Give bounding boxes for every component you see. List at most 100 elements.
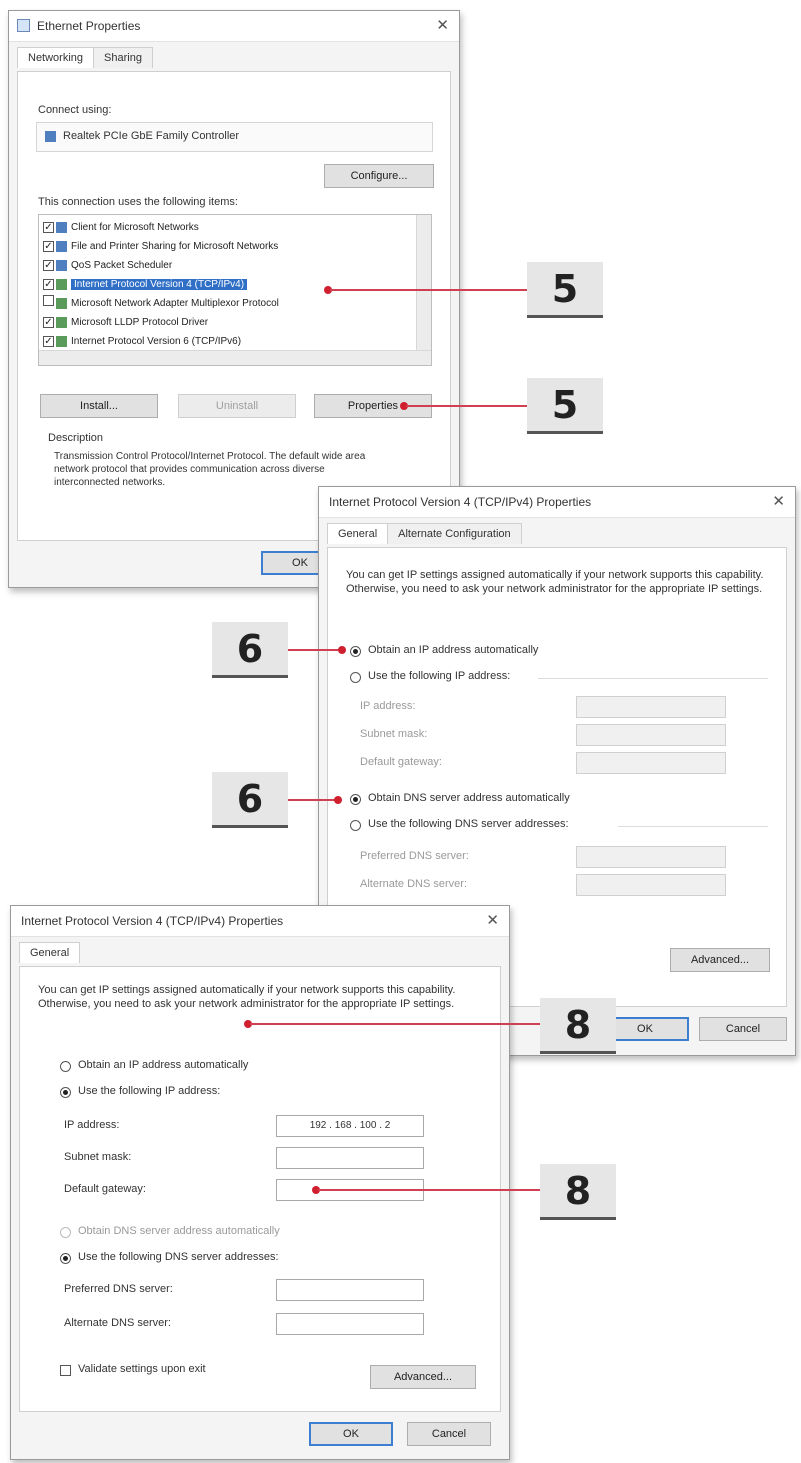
- obtain-ip-label[interactable]: Obtain an IP address automatically: [78, 1059, 248, 1071]
- protocol-icon: [56, 278, 67, 290]
- ip-address-label: IP address:: [64, 1119, 120, 1131]
- item-checkbox[interactable]: ✓: [43, 279, 54, 290]
- advanced-button[interactable]: Advanced...: [370, 1365, 476, 1389]
- callout-line: [330, 289, 530, 291]
- client-icon: [56, 221, 67, 233]
- callout-line: [288, 799, 338, 801]
- preferred-dns-field[interactable]: [276, 1279, 424, 1301]
- list-item[interactable]: ✓ QoS Packet Scheduler: [43, 257, 172, 274]
- networking-panel: Connect using: Realtek PCIe GbE Family C…: [17, 71, 451, 541]
- protocol-icon: [56, 335, 67, 347]
- item-checkbox[interactable]: [43, 295, 54, 306]
- intro-text: You can get IP settings assigned automat…: [346, 569, 764, 595]
- use-dns-label[interactable]: Use the following DNS server addresses:: [368, 818, 569, 830]
- obtain-dns-label[interactable]: Obtain DNS server address automatically: [78, 1225, 280, 1237]
- cancel-button[interactable]: Cancel: [407, 1422, 491, 1446]
- cancel-button[interactable]: Cancel: [699, 1017, 787, 1041]
- item-checkbox[interactable]: ✓: [43, 222, 54, 233]
- item-checkbox[interactable]: ✓: [43, 336, 54, 347]
- use-ip-radio[interactable]: [350, 672, 361, 683]
- obtain-ip-radio[interactable]: [60, 1061, 71, 1072]
- subnet-mask-label: Subnet mask:: [64, 1151, 132, 1163]
- item-checkbox[interactable]: ✓: [43, 241, 54, 252]
- list-item[interactable]: Microsoft Network Adapter Multiplexor Pr…: [43, 295, 279, 312]
- close-icon[interactable]: ✕: [486, 906, 499, 936]
- adapter-icon: [45, 131, 56, 142]
- alternate-dns-label: Alternate DNS server:: [360, 878, 467, 890]
- alternate-dns-label: Alternate DNS server:: [64, 1317, 171, 1329]
- protocol-icon: [56, 316, 67, 328]
- item-label: Microsoft Network Adapter Multiplexor Pr…: [71, 298, 279, 309]
- horizontal-scrollbar[interactable]: [39, 350, 431, 365]
- advanced-button[interactable]: Advanced...: [670, 948, 770, 972]
- callout-line: [288, 649, 342, 651]
- use-dns-radio[interactable]: [350, 820, 361, 831]
- list-item[interactable]: ✓ File and Printer Sharing for Microsoft …: [43, 238, 278, 255]
- ip-address-field[interactable]: 192 . 168 . 100 . 2: [276, 1115, 424, 1137]
- use-dns-label[interactable]: Use the following DNS server addresses:: [78, 1251, 279, 1263]
- service-icon: [56, 259, 67, 271]
- list-item[interactable]: ✓ Client for Microsoft Networks: [43, 219, 199, 236]
- ip-address-field[interactable]: [576, 696, 726, 718]
- obtain-dns-radio[interactable]: [60, 1227, 71, 1238]
- use-ip-label[interactable]: Use the following IP address:: [368, 670, 510, 682]
- item-label: Internet Protocol Version 4 (TCP/IPv4): [71, 279, 248, 290]
- window-title: Ethernet Properties: [37, 19, 141, 33]
- obtain-dns-radio[interactable]: [350, 794, 361, 805]
- connect-using-label: Connect using:: [38, 104, 112, 116]
- tab-sharing[interactable]: Sharing: [93, 47, 153, 68]
- alternate-dns-field[interactable]: [576, 874, 726, 896]
- tab-strip: Networking Sharing: [17, 47, 153, 71]
- obtain-dns-label[interactable]: Obtain DNS server address automatically: [368, 792, 570, 804]
- subnet-mask-label: Subnet mask:: [360, 728, 428, 740]
- preferred-dns-field[interactable]: [576, 846, 726, 868]
- subnet-mask-field[interactable]: [576, 724, 726, 746]
- validate-label[interactable]: Validate settings upon exit: [78, 1363, 206, 1375]
- tab-networking[interactable]: Networking: [17, 47, 95, 68]
- tab-strip: General Alternate Configuration: [327, 523, 522, 547]
- ip-address-label: IP address:: [360, 700, 416, 712]
- alternate-dns-field[interactable]: [276, 1313, 424, 1335]
- list-item[interactable]: ✓ Microsoft LLDP Protocol Driver: [43, 314, 208, 331]
- window-title: Internet Protocol Version 4 (TCP/IPv4) P…: [329, 495, 592, 509]
- item-checkbox[interactable]: ✓: [43, 260, 54, 271]
- step-5-callout: 5: [527, 262, 603, 318]
- step-5-callout: 5: [527, 378, 603, 434]
- tab-general[interactable]: General: [327, 523, 389, 544]
- obtain-ip-radio[interactable]: [350, 646, 361, 657]
- vertical-scrollbar[interactable]: [416, 215, 431, 351]
- step-6-callout: 6: [212, 772, 288, 828]
- item-label: Client for Microsoft Networks: [71, 222, 199, 233]
- validate-checkbox[interactable]: [60, 1365, 71, 1376]
- callout-line: [250, 1023, 540, 1025]
- default-gateway-label: Default gateway:: [360, 756, 442, 768]
- tab-alternate-configuration[interactable]: Alternate Configuration: [387, 523, 522, 544]
- ipv4-properties-window-static: Internet Protocol Version 4 (TCP/IPv4) P…: [10, 905, 510, 1460]
- list-item-selected[interactable]: ✓ Internet Protocol Version 4 (TCP/IPv4): [43, 276, 248, 293]
- network-icon: [17, 19, 30, 32]
- default-gateway-field[interactable]: [576, 752, 726, 774]
- callout-line: [318, 1189, 540, 1191]
- title-bar: Internet Protocol Version 4 (TCP/IPv4) P…: [11, 906, 509, 937]
- tab-general[interactable]: General: [19, 942, 81, 963]
- uninstall-button[interactable]: Uninstall: [178, 394, 296, 418]
- description-text: Transmission Control Protocol/Internet P…: [54, 451, 366, 488]
- close-icon[interactable]: ✕: [436, 11, 449, 41]
- use-ip-radio[interactable]: [60, 1087, 71, 1098]
- ok-button[interactable]: OK: [309, 1422, 393, 1446]
- item-label: Microsoft LLDP Protocol Driver: [71, 317, 209, 328]
- list-item[interactable]: ✓ Internet Protocol Version 6 (TCP/IPv6): [43, 333, 241, 350]
- dns-group-divider: [618, 826, 768, 827]
- items-label: This connection uses the following items…: [38, 196, 238, 208]
- subnet-mask-field[interactable]: [276, 1147, 424, 1169]
- close-icon[interactable]: ✕: [772, 487, 785, 517]
- install-button[interactable]: Install...: [40, 394, 158, 418]
- item-checkbox[interactable]: ✓: [43, 317, 54, 328]
- configure-button[interactable]: Configure...: [324, 164, 434, 188]
- step-8-callout: 8: [540, 998, 616, 1054]
- use-ip-label[interactable]: Use the following IP address:: [78, 1085, 220, 1097]
- title-bar: Internet Protocol Version 4 (TCP/IPv4) P…: [319, 487, 795, 518]
- use-dns-radio[interactable]: [60, 1253, 71, 1264]
- obtain-ip-label[interactable]: Obtain an IP address automatically: [368, 644, 538, 656]
- window-title: Internet Protocol Version 4 (TCP/IPv4) P…: [21, 914, 284, 928]
